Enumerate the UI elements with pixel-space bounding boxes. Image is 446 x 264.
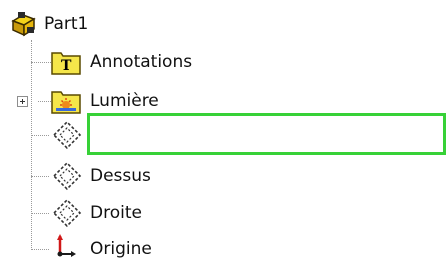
tree-guide-horizontal bbox=[31, 135, 49, 136]
annotations-label: Annotations bbox=[90, 51, 193, 72]
tree-guide-horizontal bbox=[31, 213, 49, 214]
tree-item-lumiere[interactable]: Lumière bbox=[50, 86, 159, 116]
tree-guide-horizontal bbox=[31, 249, 49, 250]
tree-guide-horizontal bbox=[31, 62, 51, 63]
tree-guide-horizontal bbox=[31, 176, 49, 177]
plane-icon bbox=[52, 120, 82, 150]
tree-item-annotations[interactable]: T Annotations bbox=[50, 47, 192, 77]
lumiere-label: Lumière bbox=[90, 90, 159, 111]
plane-icon bbox=[52, 198, 82, 228]
origine-label: Origine bbox=[90, 238, 152, 259]
dessus-label: Dessus bbox=[90, 165, 151, 186]
tree-item-droite[interactable]: Droite bbox=[50, 198, 142, 228]
tree-guide-vertical bbox=[31, 40, 32, 248]
svg-text:T: T bbox=[61, 58, 72, 74]
rename-input[interactable] bbox=[87, 113, 446, 155]
plane-icon bbox=[52, 161, 82, 191]
lights-folder-icon bbox=[51, 91, 81, 114]
part-icon bbox=[11, 12, 36, 37]
tree-root-part[interactable]: Part1 bbox=[10, 9, 88, 39]
part-label: Part1 bbox=[44, 13, 89, 34]
origin-icon bbox=[57, 234, 76, 257]
feature-tree: Part1 T Annotations Lumière Dessus Droit… bbox=[0, 0, 446, 264]
droite-label: Droite bbox=[90, 202, 142, 223]
tree-item-origine[interactable]: Origine bbox=[50, 234, 152, 264]
annotations-folder-icon: T bbox=[51, 52, 81, 75]
expand-toggle[interactable] bbox=[17, 96, 28, 107]
tree-item-dessus[interactable]: Dessus bbox=[50, 161, 151, 191]
